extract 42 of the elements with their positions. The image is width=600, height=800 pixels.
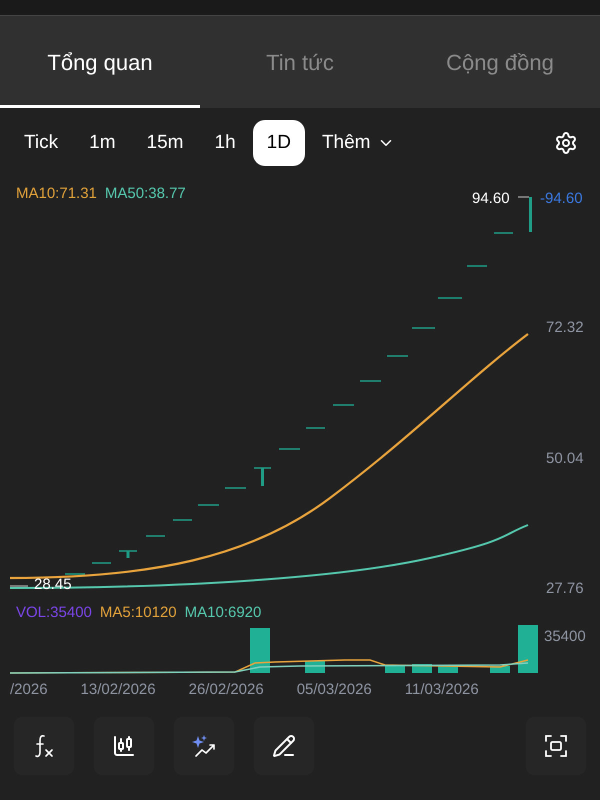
price-axis-label: 27.76 xyxy=(546,579,584,599)
price-axis-label: 50.04 xyxy=(546,449,584,469)
tab[interactable]: Tổng quan xyxy=(0,16,200,108)
interval-tab[interactable]: 1h xyxy=(200,120,250,166)
interval-tab[interactable]: Thêm xyxy=(308,120,409,166)
volume-legend: MA5:10120 xyxy=(100,602,177,624)
date-axis-label: /2026 xyxy=(10,680,48,700)
chart-type-button[interactable] xyxy=(94,717,154,775)
volume-bar xyxy=(250,628,270,673)
candlestick-icon xyxy=(112,734,136,758)
date-axis-label: 26/02/2026 xyxy=(188,680,264,700)
fullscreen-button[interactable] xyxy=(526,717,586,775)
tab[interactable]: Cộng đồng xyxy=(400,16,600,108)
indicator-legend: MA10:71.31 xyxy=(16,183,97,206)
candle xyxy=(254,467,271,486)
candle xyxy=(529,197,532,232)
volume-bar xyxy=(518,625,538,673)
current-price-label: -94.60 xyxy=(540,189,583,209)
sparkle-trend-icon xyxy=(191,734,217,758)
draw-button[interactable] xyxy=(254,717,314,775)
volume-legend: VOL:35400 xyxy=(16,602,92,624)
fullscreen-icon xyxy=(544,734,568,758)
ai-pattern-button[interactable] xyxy=(174,717,234,775)
candle xyxy=(119,550,137,558)
date-axis-label: 11/03/2026 xyxy=(404,680,479,700)
date-axis-label: 13/02/2026 xyxy=(80,680,156,700)
interval-tab[interactable]: 15m xyxy=(132,120,198,166)
indicator-button[interactable] xyxy=(14,717,74,775)
volume-axis-label: 35400 xyxy=(544,627,586,647)
settings-icon[interactable] xyxy=(554,131,578,155)
indicator-legend: MA50:38.77 xyxy=(104,183,186,206)
price-marker-line xyxy=(518,196,530,198)
pencil-icon xyxy=(272,734,296,758)
volume-legend: MA10:6920 xyxy=(184,602,262,624)
tab[interactable]: Tin tức xyxy=(200,16,400,108)
high-price-label: 94.60 xyxy=(472,189,510,209)
date-axis-label: 05/03/2026 xyxy=(296,680,372,700)
interval-tab[interactable]: 1D xyxy=(252,120,305,166)
interval-tab[interactable]: 1m xyxy=(75,120,130,166)
interval-tab[interactable]: Tick xyxy=(10,120,72,166)
function-icon xyxy=(33,733,55,759)
price-axis-label: 72.32 xyxy=(546,318,584,338)
